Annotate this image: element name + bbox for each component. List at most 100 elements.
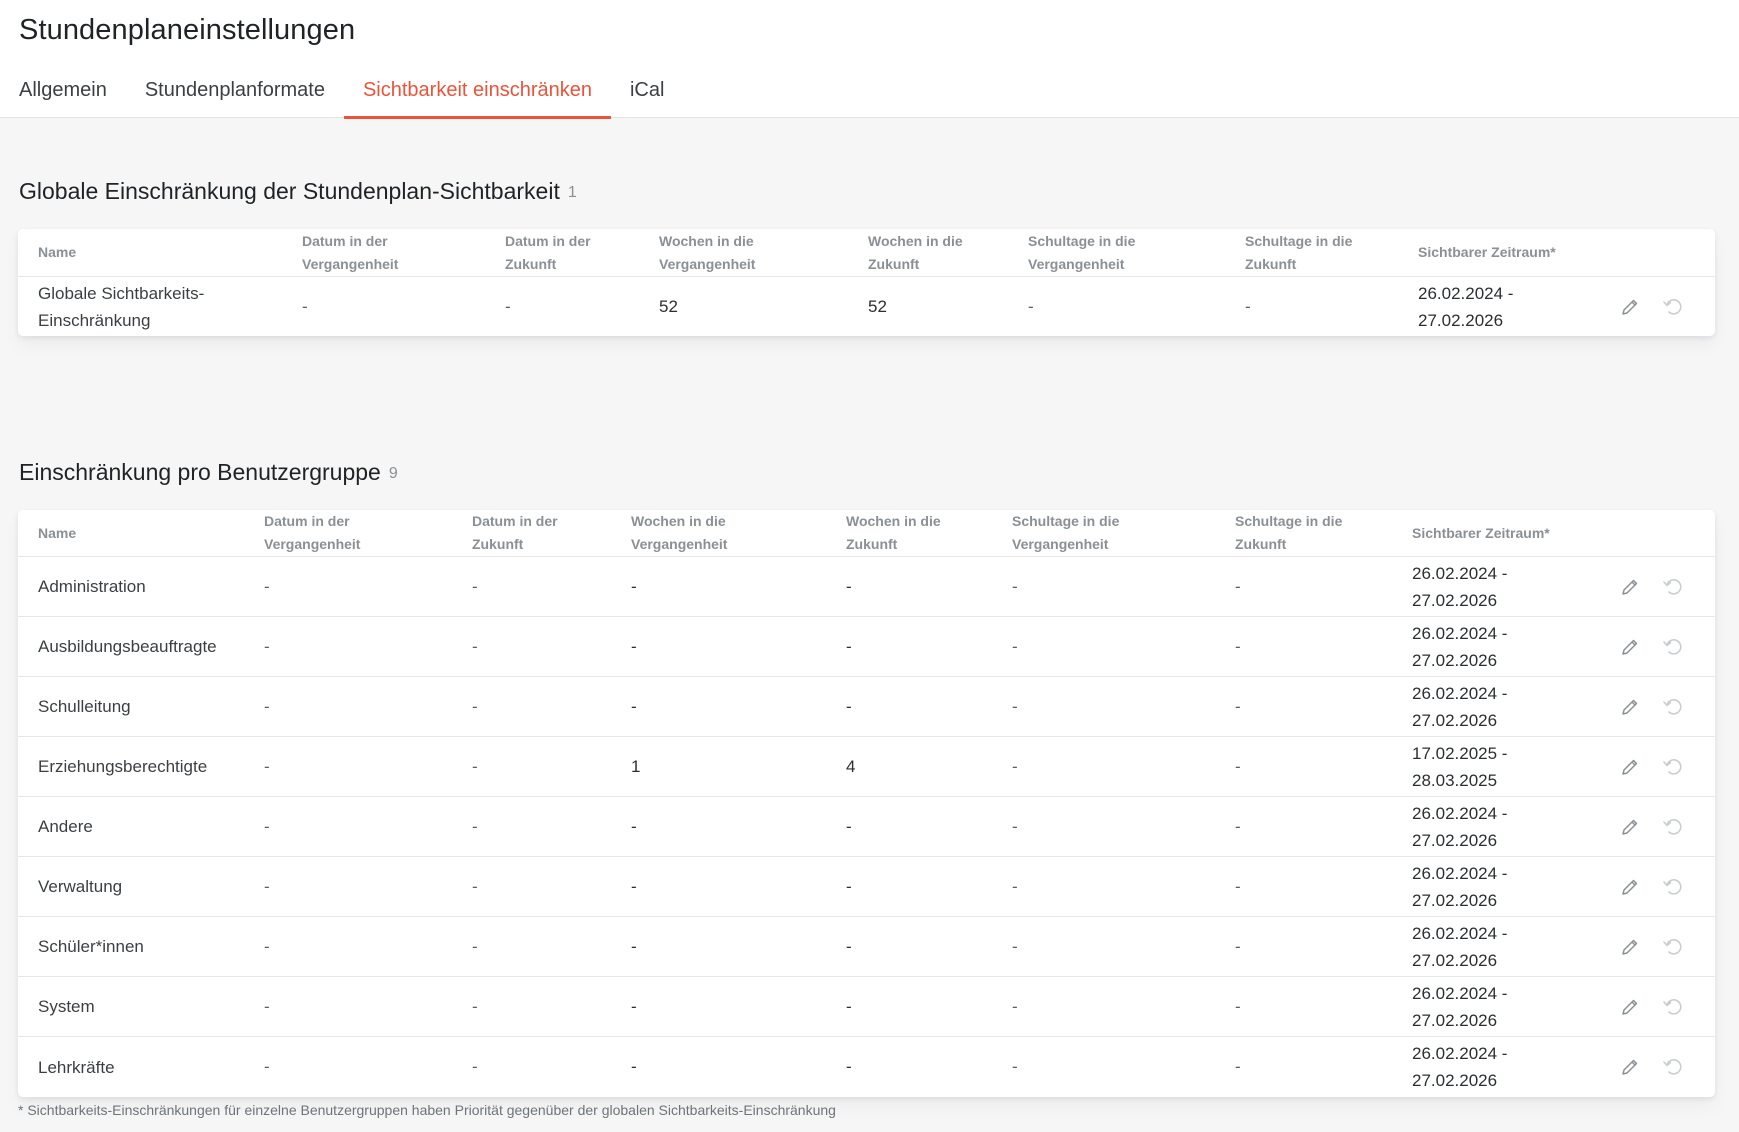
row-name: Lehrkräfte: [38, 1057, 115, 1077]
column-header-days-future: Schultage in die Zukunft: [1235, 513, 1343, 552]
cell-date-future: -: [472, 1057, 478, 1076]
cell-date-future: -: [472, 996, 478, 1016]
row-name: Andere: [38, 817, 93, 836]
cell-weeks-past: -: [631, 996, 637, 1016]
undo-icon: [1663, 998, 1682, 1015]
global-section-count: 1: [567, 184, 577, 201]
column-header-weeks-past: Wochen in die Vergangenheit: [631, 513, 728, 552]
tab-ical[interactable]: iCal: [611, 58, 683, 118]
reset-button[interactable]: [1660, 754, 1686, 780]
cell-days-future: -: [1235, 1057, 1241, 1076]
column-header-date-future: Datum in der Zukunft: [505, 232, 591, 272]
cell-weeks-past: -: [631, 576, 637, 596]
column-header-name: Name: [38, 524, 77, 541]
column-header-weeks-past: Wochen in die Vergangenheit: [659, 232, 756, 272]
table-row: System - - - - - - 26.02.2024 -27.02.202…: [18, 977, 1715, 1037]
reset-button[interactable]: [1660, 874, 1686, 900]
edit-button[interactable]: [1617, 814, 1643, 840]
page-title: Stundenplaneinstellungen: [19, 14, 356, 46]
row-name: Administration: [38, 577, 146, 596]
cell-date-past: -: [264, 756, 270, 776]
cell-weeks-past: -: [631, 936, 637, 956]
tab-stundenplanformate[interactable]: Stundenplanformate: [126, 58, 344, 118]
edit-button[interactable]: [1617, 634, 1643, 660]
row-name: Ausbildungsbeauftragte: [38, 637, 217, 656]
reset-button[interactable]: [1660, 634, 1686, 660]
edit-button[interactable]: [1617, 934, 1643, 960]
pencil-icon: [1622, 1059, 1638, 1075]
edit-button[interactable]: [1617, 994, 1643, 1020]
cell-days-past: -: [1012, 936, 1018, 956]
cell-visible-range: 26.02.2024 -27.02.2026: [1418, 283, 1514, 330]
cell-weeks-future: 4: [846, 756, 856, 776]
cell-date-future: -: [472, 636, 478, 656]
cell-visible-range: 26.02.2024 -27.02.2026: [1412, 983, 1508, 1030]
tab-allgemein[interactable]: Allgemein: [0, 58, 126, 118]
reset-button[interactable]: [1660, 574, 1686, 600]
cell-date-future: -: [505, 296, 511, 316]
edit-button[interactable]: [1617, 874, 1643, 900]
table-header-row: Name Datum in der Vergangenheit Datum in …: [18, 229, 1715, 277]
edit-button[interactable]: [1617, 694, 1643, 720]
cell-days-past: -: [1012, 816, 1018, 836]
row-name: Schulleitung: [38, 697, 131, 716]
tab-sichtbarkeit-einschraenken[interactable]: Sichtbarkeit einschränken: [343, 58, 612, 119]
undo-icon: [1663, 698, 1682, 715]
cell-days-future: -: [1235, 756, 1241, 776]
column-header-date-future: Datum in der Zukunft: [472, 513, 558, 552]
cell-date-past: -: [264, 816, 270, 836]
cell-days-future: -: [1235, 936, 1241, 956]
cell-days-past: -: [1012, 636, 1018, 656]
global-restriction-table: Name Datum in der Vergangenheit Datum in …: [18, 229, 1715, 336]
group-restriction-table: Name Datum in der Vergangenheit Datum in …: [18, 510, 1715, 1097]
edit-button[interactable]: [1617, 1054, 1643, 1080]
cell-days-past: -: [1028, 296, 1034, 316]
reset-button[interactable]: [1660, 814, 1686, 840]
undo-icon: [1663, 878, 1682, 895]
column-header-date-past: Datum in der Vergangenheit: [264, 513, 361, 552]
pencil-icon: [1622, 999, 1638, 1015]
group-section-title: Einschränkung pro Benutzergruppe 9: [19, 459, 398, 486]
cell-days-past: -: [1012, 576, 1018, 596]
cell-date-past: -: [264, 636, 270, 656]
edit-button[interactable]: [1617, 754, 1643, 780]
table-row: Verwaltung - - - - - - 26.02.2024 -27.02…: [18, 857, 1715, 917]
column-header-days-past: Schultage in die Vergangenheit: [1012, 513, 1120, 552]
reset-button[interactable]: [1660, 934, 1686, 960]
table-row: Schulleitung - - - - - - 26.02.2024 -27.…: [18, 677, 1715, 737]
column-header-days-past: Schultage in die Vergangenheit: [1028, 232, 1136, 272]
cell-days-future: -: [1235, 576, 1241, 596]
cell-date-past: -: [264, 1057, 270, 1076]
cell-weeks-future: -: [846, 1057, 852, 1076]
pencil-icon: [1622, 699, 1638, 715]
edit-button[interactable]: [1617, 574, 1643, 600]
cell-days-past: -: [1012, 996, 1018, 1016]
reset-button[interactable]: [1660, 294, 1686, 320]
cell-weeks-past: -: [631, 696, 637, 716]
cell-weeks-past: -: [631, 636, 637, 656]
row-name: Erziehungsberechtigte: [38, 757, 208, 776]
cell-weeks-past: -: [631, 816, 637, 836]
cell-date-past: -: [264, 996, 270, 1016]
cell-days-future: -: [1235, 636, 1241, 656]
edit-button[interactable]: [1617, 294, 1643, 320]
cell-visible-range: 26.02.2024 -27.02.2026: [1412, 923, 1508, 970]
cell-visible-range: 26.02.2024 -27.02.2026: [1412, 1044, 1508, 1090]
table-row: Schüler*innen - - - - - - 26.02.2024 -27…: [18, 917, 1715, 977]
cell-visible-range: 26.02.2024 -27.02.2026: [1412, 683, 1508, 730]
reset-button[interactable]: [1660, 1054, 1686, 1080]
reset-button[interactable]: [1660, 694, 1686, 720]
cell-date-future: -: [472, 696, 478, 716]
column-header-visible-range: Sichtbarer Zeitraum*: [1412, 524, 1550, 541]
cell-visible-range: 26.02.2024 -27.02.2026: [1412, 863, 1508, 910]
pencil-icon: [1622, 759, 1638, 775]
cell-days-past: -: [1012, 876, 1018, 896]
cell-date-future: -: [472, 816, 478, 836]
table-header-row: Name Datum in der Vergangenheit Datum in …: [18, 510, 1715, 557]
pencil-icon: [1622, 819, 1638, 835]
undo-icon: [1663, 938, 1682, 955]
pencil-icon: [1622, 579, 1638, 595]
reset-button[interactable]: [1660, 994, 1686, 1020]
cell-weeks-future: -: [846, 576, 852, 596]
cell-days-future: -: [1235, 696, 1241, 716]
